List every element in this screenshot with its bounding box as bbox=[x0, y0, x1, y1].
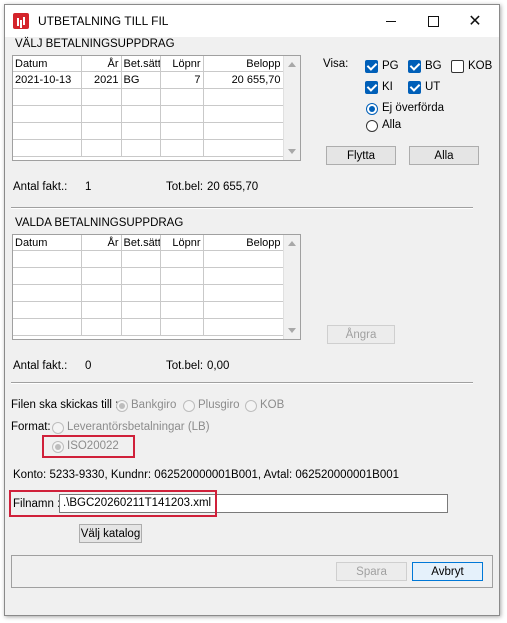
radio-alla[interactable] bbox=[366, 120, 378, 132]
cell-belopp: 20 655,70 bbox=[203, 71, 284, 89]
column-header-betsatt[interactable]: Bet.sätt bbox=[121, 56, 161, 72]
valj-katalog-button[interactable]: Välj katalog bbox=[79, 524, 142, 543]
table-scrollbar[interactable] bbox=[283, 56, 300, 160]
checkbox-bg[interactable] bbox=[408, 60, 421, 73]
visa-label: Visa: bbox=[323, 58, 349, 70]
checkbox-ki[interactable] bbox=[365, 81, 378, 94]
radio-bankgiro[interactable] bbox=[116, 400, 128, 412]
payment-export-window: UTBETALNING TILL FIL ✕ VÄLJ BETALNINGSUP… bbox=[4, 4, 500, 616]
minimize-button[interactable] bbox=[371, 5, 411, 37]
antal-fakt-value: 1 bbox=[85, 181, 92, 193]
antal-fakt-label: Antal fakt.: bbox=[13, 360, 68, 372]
checkbox-kob-label[interactable]: KOB bbox=[468, 60, 492, 72]
radio-bankgiro-label[interactable]: Bankgiro bbox=[131, 399, 176, 411]
maximize-button[interactable] bbox=[413, 5, 453, 37]
table-row-empty[interactable] bbox=[13, 122, 284, 140]
checkbox-pg[interactable] bbox=[365, 60, 378, 73]
column-header-belopp[interactable]: Belopp bbox=[203, 56, 284, 72]
window-title: UTBETALNING TILL FIL bbox=[38, 14, 169, 28]
table-scrollbar[interactable] bbox=[283, 235, 300, 339]
column-header-datum[interactable]: Datum bbox=[13, 56, 82, 72]
column-header-lopnr[interactable]: Löpnr bbox=[160, 56, 204, 72]
column-header-lopnr[interactable]: Löpnr bbox=[160, 235, 204, 251]
radio-ej-overforda-label[interactable]: Ej överförda bbox=[382, 102, 444, 114]
filnamn-input-extension[interactable] bbox=[210, 494, 448, 513]
checkbox-ki-label[interactable]: KI bbox=[382, 81, 393, 93]
column-header-belopp[interactable]: Belopp bbox=[203, 235, 284, 251]
spara-button[interactable]: Spara bbox=[336, 562, 407, 581]
totbel-label: Tot.bel: bbox=[166, 181, 204, 193]
section-title-select: VÄLJ BETALNINGSUPPDRAG bbox=[15, 38, 175, 50]
alla-button[interactable]: Alla bbox=[409, 146, 479, 165]
select-payments-table[interactable]: Datum År Bet.sätt Löpnr Belopp 2021-10-1… bbox=[12, 55, 301, 161]
table-row[interactable]: 2021-10-13 2021 BG 7 20 655,70 bbox=[13, 71, 284, 89]
radio-kob-label[interactable]: KOB bbox=[260, 399, 284, 411]
table-row-empty[interactable] bbox=[13, 284, 284, 302]
table-row-empty[interactable] bbox=[13, 139, 284, 157]
cell-ar: 2021 bbox=[81, 71, 122, 89]
radio-leverantorsbetalningar[interactable] bbox=[52, 422, 64, 434]
close-button[interactable]: ✕ bbox=[455, 5, 495, 37]
table-row-empty[interactable] bbox=[13, 318, 284, 336]
maximize-icon bbox=[427, 15, 439, 27]
column-header-betsatt[interactable]: Bet.sätt bbox=[121, 235, 161, 251]
avbryt-button[interactable]: Avbryt bbox=[412, 562, 483, 581]
scroll-up-icon[interactable] bbox=[288, 241, 296, 246]
column-header-datum[interactable]: Datum bbox=[13, 235, 82, 251]
checkbox-kob[interactable] bbox=[451, 60, 464, 73]
minimize-icon bbox=[386, 20, 396, 22]
section-title-selected: VALDA BETALNINGSUPPDRAG bbox=[15, 217, 184, 229]
checkbox-ut[interactable] bbox=[408, 81, 421, 94]
app-chart-icon bbox=[13, 13, 29, 29]
radio-leverantorsbetalningar-label[interactable]: Leverantörsbetalningar (LB) bbox=[67, 421, 210, 433]
antal-fakt-value: 0 bbox=[85, 360, 92, 372]
totbel-value: 20 655,70 bbox=[207, 181, 259, 193]
scroll-down-icon[interactable] bbox=[288, 149, 296, 154]
angra-button[interactable]: Ångra bbox=[327, 325, 395, 344]
konto-info-text: Konto: 5233-9330, Kundnr: 062520000001B0… bbox=[13, 469, 400, 481]
table-row-empty[interactable] bbox=[13, 267, 284, 285]
table-header-row: Datum År Bet.sätt Löpnr Belopp bbox=[13, 235, 284, 251]
totbel-label: Tot.bel: bbox=[166, 360, 204, 372]
radio-iso20022-label[interactable]: ISO20022 bbox=[67, 440, 119, 452]
radio-plusgiro[interactable] bbox=[183, 400, 195, 412]
radio-kob[interactable] bbox=[245, 400, 257, 412]
close-icon: ✕ bbox=[468, 13, 482, 30]
divider bbox=[11, 382, 473, 384]
table-row-empty[interactable] bbox=[13, 88, 284, 106]
cell-betsatt: BG bbox=[121, 71, 161, 89]
filnamn-input[interactable]: .\BGC20260211T141203.xml bbox=[59, 494, 213, 513]
destination-label: Filen ska skickas till : bbox=[11, 399, 119, 411]
cell-datum: 2021-10-13 bbox=[13, 71, 82, 89]
checkbox-pg-label[interactable]: PG bbox=[382, 60, 399, 72]
column-header-ar[interactable]: År bbox=[81, 235, 122, 251]
table-header-row: Datum År Bet.sätt Löpnr Belopp bbox=[13, 56, 284, 72]
scroll-down-icon[interactable] bbox=[288, 328, 296, 333]
table-row-empty[interactable] bbox=[13, 301, 284, 319]
flytta-button[interactable]: Flytta bbox=[326, 146, 396, 165]
radio-iso20022[interactable] bbox=[52, 441, 64, 453]
totbel-value: 0,00 bbox=[207, 360, 230, 372]
checkbox-ut-label[interactable]: UT bbox=[425, 81, 440, 93]
filnamn-label: Filnamn : bbox=[13, 498, 61, 510]
table-row-empty[interactable] bbox=[13, 250, 284, 268]
divider bbox=[11, 207, 473, 209]
table-row-empty[interactable] bbox=[13, 105, 284, 123]
radio-plusgiro-label[interactable]: Plusgiro bbox=[198, 399, 240, 411]
scroll-up-icon[interactable] bbox=[288, 62, 296, 67]
checkbox-bg-label[interactable]: BG bbox=[425, 60, 442, 72]
title-bar: UTBETALNING TILL FIL ✕ bbox=[5, 5, 499, 37]
radio-alla-label[interactable]: Alla bbox=[382, 119, 401, 131]
cell-lopnr: 7 bbox=[160, 71, 204, 89]
column-header-ar[interactable]: År bbox=[81, 56, 122, 72]
radio-ej-overforda[interactable] bbox=[366, 103, 378, 115]
antal-fakt-label: Antal fakt.: bbox=[13, 181, 68, 193]
selected-payments-table[interactable]: Datum År Bet.sätt Löpnr Belopp bbox=[12, 234, 301, 340]
format-label: Format: bbox=[11, 421, 51, 433]
